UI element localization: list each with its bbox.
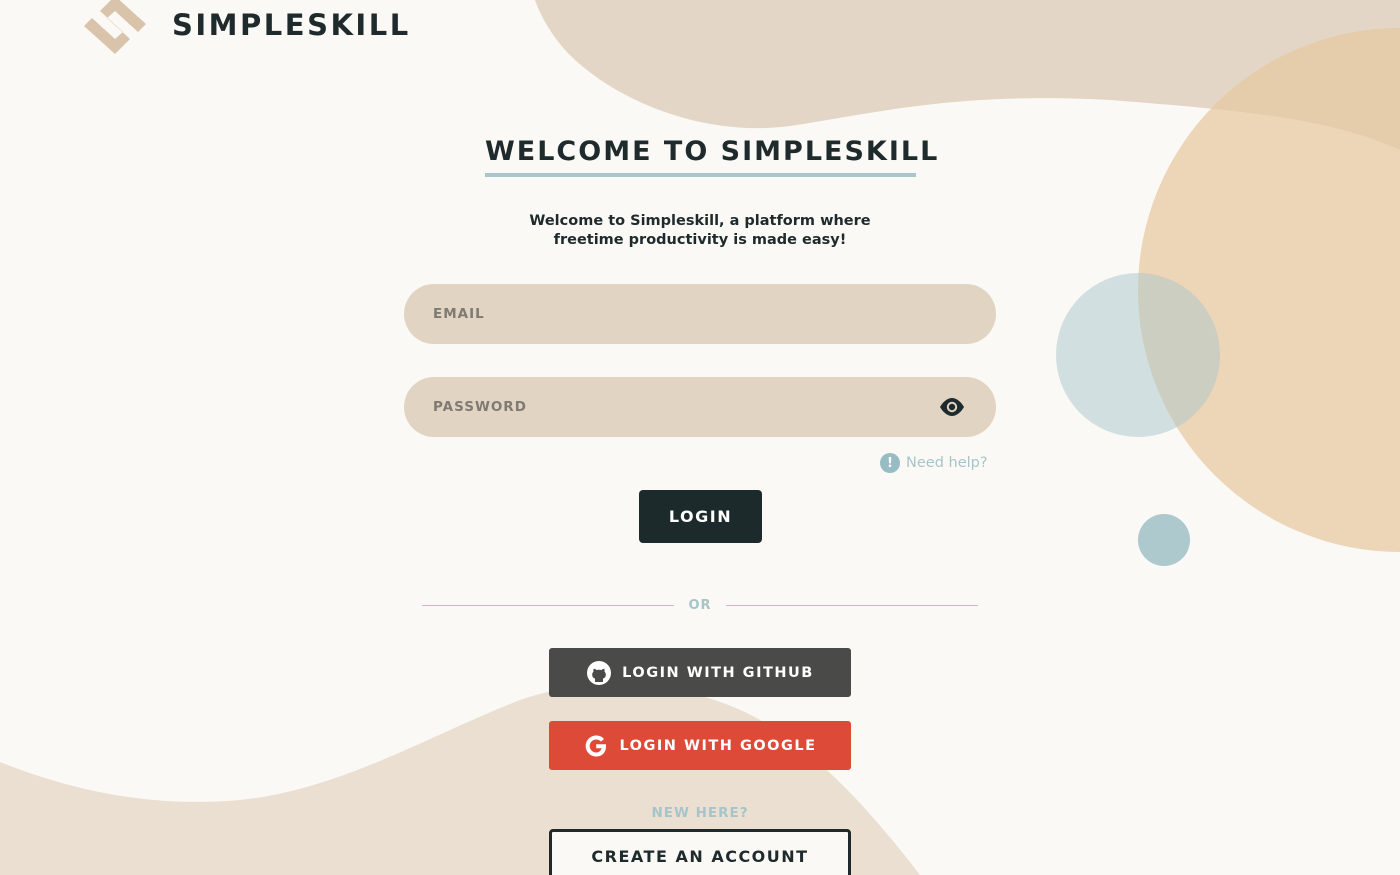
github-button-label: LOGIN WITH GITHUB — [622, 664, 814, 681]
page-subtitle: Welcome to Simpleskill, a platform where… — [500, 212, 900, 250]
password-field-wrapper — [404, 377, 996, 437]
email-field-wrapper — [404, 284, 996, 344]
login-page: SIMPLESKILL WELCOME TO SIMPLESKILL Welco… — [0, 0, 1400, 875]
google-button-label: LOGIN WITH GOOGLE — [619, 737, 817, 754]
need-help-label: Need help? — [906, 455, 988, 471]
divider-line-left — [422, 604, 674, 606]
password-input[interactable] — [404, 377, 996, 437]
github-icon — [586, 660, 612, 686]
login-button[interactable]: LOGIN — [639, 490, 762, 543]
subtitle-line-2: freetime productivity is made easy! — [553, 232, 847, 248]
divider-line-right — [726, 604, 978, 606]
email-input[interactable] — [404, 284, 996, 344]
create-account-button[interactable]: CREATE AN ACCOUNT — [549, 829, 851, 875]
need-help-link[interactable]: ! Need help? — [880, 453, 988, 473]
login-form-container: WELCOME TO SIMPLESKILL Welcome to Simple… — [0, 0, 1400, 875]
login-with-google-button[interactable]: LOGIN WITH GOOGLE — [549, 721, 851, 770]
new-here-label: NEW HERE? — [651, 805, 749, 821]
eye-icon[interactable] — [938, 395, 966, 419]
or-divider: OR — [422, 597, 978, 613]
login-with-github-button[interactable]: LOGIN WITH GITHUB — [549, 648, 851, 697]
google-icon — [583, 733, 609, 759]
subtitle-line-1: Welcome to Simpleskill, a platform where — [529, 213, 871, 229]
info-icon: ! — [880, 453, 900, 473]
or-label: OR — [688, 597, 712, 613]
page-title: WELCOME TO SIMPLESKILL — [485, 136, 937, 177]
